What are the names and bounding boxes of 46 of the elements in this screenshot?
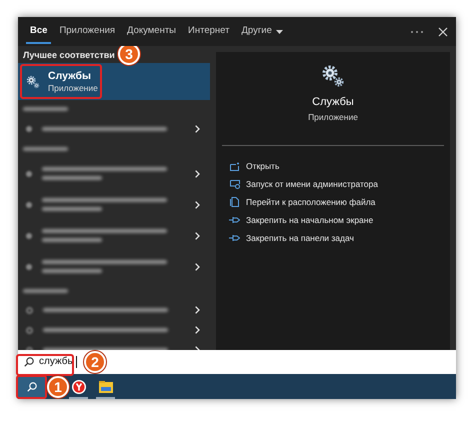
action-link[interactable]: Запуск от имени администратора — [229, 175, 450, 193]
chevron-right-icon — [195, 200, 200, 208]
chevron-right-icon — [195, 170, 200, 178]
blurred-text — [42, 269, 102, 273]
blurred-text — [42, 207, 102, 211]
chevron-right-icon — [195, 125, 200, 133]
app-type: Приложение — [308, 113, 358, 122]
result-item[interactable]: Службы Приложение — [18, 63, 210, 100]
pin-icon — [229, 216, 240, 224]
search-icon — [24, 357, 34, 367]
chevron-right-icon — [195, 326, 200, 334]
folder-icon — [98, 380, 112, 392]
gear-icon — [321, 64, 345, 88]
action-link[interactable]: Перейти к расположению файла — [229, 193, 450, 211]
more-icon[interactable] — [410, 30, 424, 34]
file-icon — [230, 197, 240, 207]
caret-down-icon — [276, 30, 283, 34]
close-icon[interactable] — [438, 26, 448, 36]
blurred-text — [23, 289, 68, 293]
step-number-badge: 1 — [47, 376, 69, 398]
blurred-text — [23, 107, 68, 111]
chevron-right-icon — [195, 306, 200, 314]
step-number-badge: 3 — [118, 46, 140, 65]
window-icon — [230, 162, 240, 170]
step-number-badge: 2 — [84, 351, 106, 373]
result-title: Службы — [48, 70, 92, 81]
tab[interactable]: Все — [24, 17, 54, 46]
pin-icon — [229, 234, 240, 242]
blurred-text — [23, 147, 68, 151]
chevron-right-icon — [195, 262, 200, 270]
result-subtitle: Приложение — [48, 84, 98, 92]
blurred-text — [42, 238, 102, 242]
app-title: Службы — [312, 97, 354, 108]
gear-icon — [26, 74, 40, 88]
action-link[interactable]: Открыть — [229, 157, 450, 175]
browser-icon — [72, 380, 86, 394]
tab[interactable]: Документы — [121, 17, 182, 46]
tab[interactable]: Приложения — [53, 17, 122, 46]
blurred-text — [42, 176, 102, 180]
chevron-right-icon — [195, 232, 200, 240]
tab[interactable]: Другие — [235, 17, 289, 46]
action-link[interactable]: Закрепить на панели задач — [229, 229, 450, 247]
action-link[interactable]: Закрепить на начальном экране — [229, 211, 450, 229]
section-heading: Лучшее соответстви — [23, 51, 115, 60]
tab[interactable]: Интернет — [182, 17, 236, 46]
search-icon — [26, 382, 36, 392]
